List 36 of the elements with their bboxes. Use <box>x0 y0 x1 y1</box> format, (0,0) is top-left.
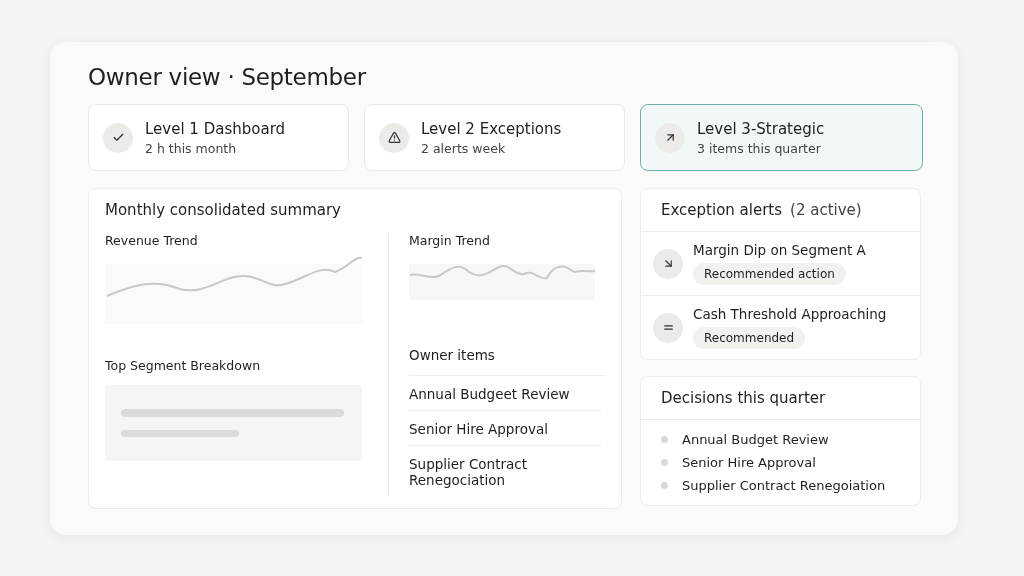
level-subtitle: 2 h this month <box>145 140 238 156</box>
alert-count: (2 active) <box>790 201 862 219</box>
chart-title: Margin Trend <box>409 233 491 248</box>
bullet-icon <box>661 482 668 489</box>
decision-item: Senior Hire Approval <box>682 455 816 470</box>
bullet-icon <box>661 436 668 443</box>
alert-title: Margin Dip on Segment A <box>693 242 866 258</box>
section-title: Top Segment Breakdown <box>105 358 262 373</box>
panel-title: Monthly consolidated summary <box>105 201 342 219</box>
level-card[interactable]: Level 1 Dashboard 2 h this month <box>88 104 349 171</box>
decision-item: Annual Budget Review <box>682 432 829 447</box>
action-tag: Recommended action <box>693 263 846 285</box>
list-heading: Owner items <box>409 339 605 376</box>
page-title: Owner view · September <box>88 64 368 90</box>
owner-item[interactable]: Senior Hire Approval <box>409 411 601 446</box>
level-card[interactable]: Level 3-Strategic 3 items this quarter <box>640 104 923 171</box>
owner-item[interactable]: Supplier Contract Renegociation <box>409 446 601 496</box>
bullet-icon <box>661 459 668 466</box>
level-title: Level 2 Exceptions <box>421 119 562 138</box>
equal-icon <box>653 312 683 343</box>
arrow-down-right-icon <box>653 248 683 279</box>
level-title: Level 3-Strategic <box>697 119 825 138</box>
chart-title: Revenue Trend <box>105 233 199 248</box>
action-tag: Recommended <box>693 327 806 349</box>
level-subtitle: 3 items this quarter <box>697 140 822 156</box>
owner-item[interactable]: Annual Budgeet Review <box>409 376 601 411</box>
check-icon <box>103 122 133 153</box>
panel-title: Exception alerts <box>661 201 783 219</box>
arrow-up-right-icon <box>655 122 685 153</box>
level-title: Level 1 Dashboard <box>145 119 286 138</box>
panel-title: Decisions this quarter <box>661 389 826 407</box>
level-subtitle: 2 alerts week <box>421 140 507 156</box>
level-card[interactable]: Level 2 Exceptions 2 alerts week <box>364 104 625 171</box>
decision-item: Supplier Contract Renegoiation <box>682 478 886 493</box>
alert-title: Cash Threshold Approaching <box>693 306 887 322</box>
warning-icon <box>379 122 409 153</box>
